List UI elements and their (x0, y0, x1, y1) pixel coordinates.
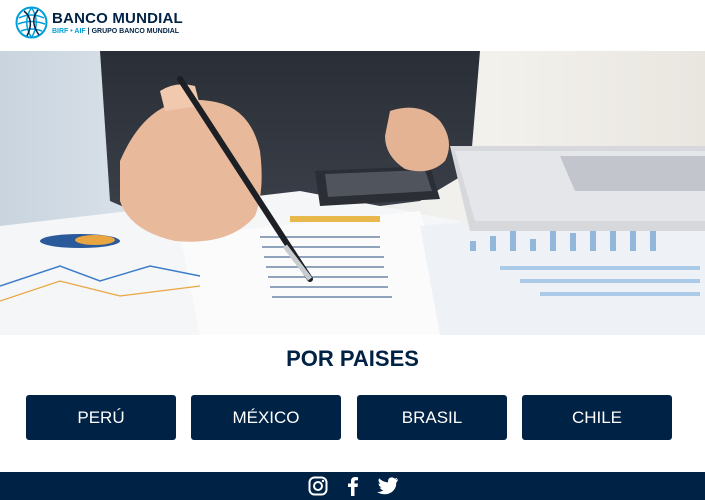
brand-sub-group: GRUPO BANCO MUNDIAL (91, 27, 180, 35)
country-button-brasil[interactable]: BRASIL (357, 395, 507, 440)
facebook-icon[interactable] (342, 475, 364, 497)
instagram-icon[interactable] (307, 475, 329, 497)
hero-image (0, 51, 705, 335)
country-button-mexico[interactable]: MÉXICO (191, 395, 341, 440)
country-button-peru[interactable]: PERÚ (26, 395, 176, 440)
brand-name: BANCO MUNDIAL (52, 9, 183, 27)
site-footer (0, 472, 705, 500)
brand-sub-separator: | (87, 27, 90, 35)
twitter-icon[interactable] (376, 475, 399, 497)
country-button-chile[interactable]: CHILE (522, 395, 672, 440)
world-bank-logo[interactable]: BANCO MUNDIAL BIRF • AIF | GRUPO BANCO M… (15, 6, 183, 39)
brand-subtitle: BIRF • AIF | GRUPO BANCO MUNDIAL (52, 27, 183, 36)
globe-icon (15, 6, 48, 39)
site-header: BANCO MUNDIAL BIRF • AIF | GRUPO BANCO M… (0, 0, 705, 51)
brand-sub-accent: BIRF • AIF (52, 27, 86, 35)
section-title: POR PAISES (286, 346, 419, 371)
